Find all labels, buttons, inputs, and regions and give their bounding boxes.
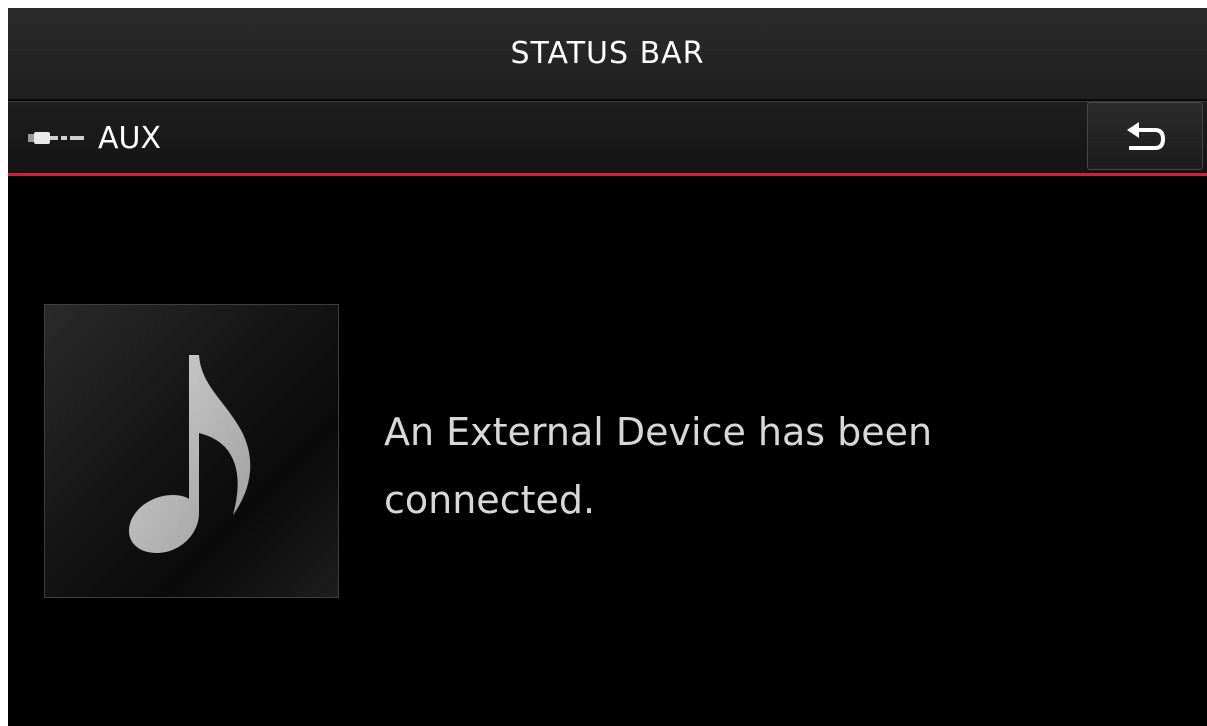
aux-screen: STATUS BAR AUX An External Device has be…	[8, 8, 1207, 726]
status-bar-title: STATUS BAR	[510, 36, 705, 71]
title-bar: AUX	[8, 101, 1207, 173]
status-bar: STATUS BAR	[8, 8, 1207, 100]
back-button[interactable]	[1087, 102, 1203, 170]
connection-message: An External Device has been connected.	[384, 410, 933, 522]
back-arrow-icon	[1123, 118, 1167, 154]
source-label: AUX	[98, 120, 162, 156]
title-bar-accent-line	[8, 173, 1207, 176]
source-indicator: AUX	[28, 102, 161, 174]
album-art	[44, 304, 339, 598]
aux-plug-icon	[28, 131, 86, 145]
